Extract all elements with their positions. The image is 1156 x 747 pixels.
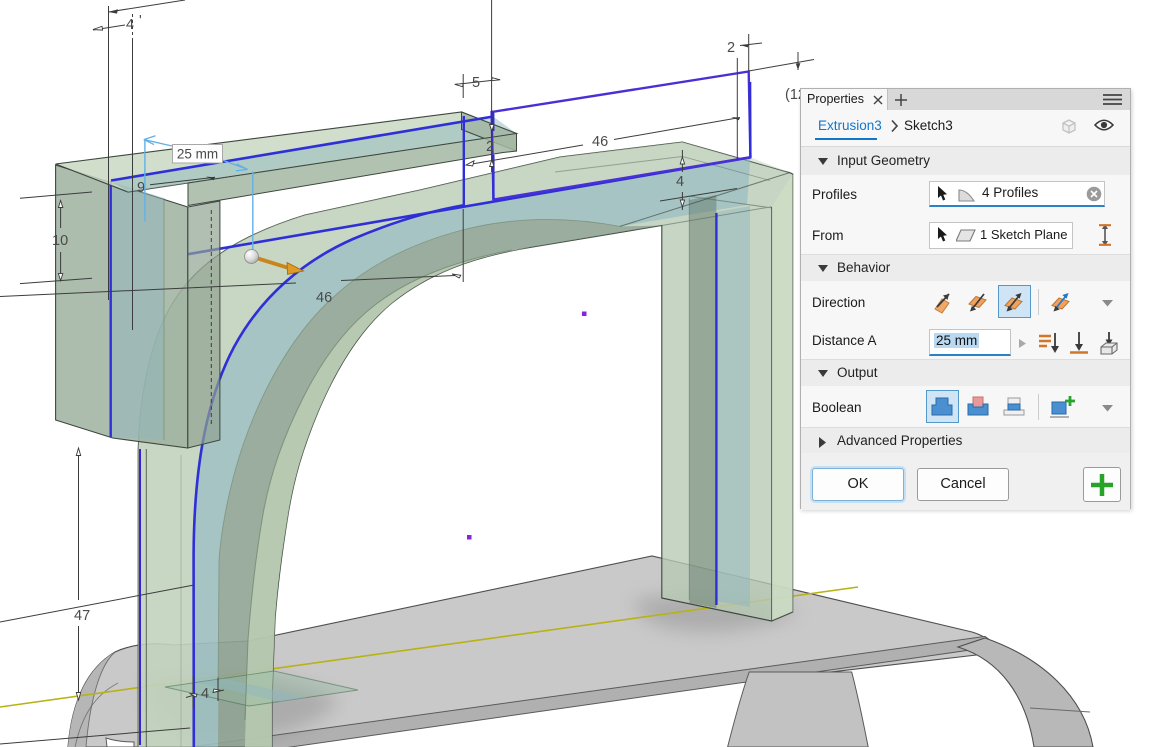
svg-text:4: 4	[201, 686, 209, 702]
svg-text:2: 2	[486, 139, 494, 155]
svg-text:25 mm: 25 mm	[177, 147, 218, 162]
svg-text:9: 9	[137, 180, 145, 196]
svg-text:4: 4	[126, 17, 134, 33]
svg-text:47: 47	[74, 608, 90, 624]
svg-text:5: 5	[472, 75, 480, 91]
svg-text:10: 10	[52, 233, 68, 249]
svg-text:': '	[139, 13, 142, 29]
svg-text:2: 2	[727, 40, 735, 56]
svg-text:46: 46	[592, 134, 608, 150]
svg-text:46: 46	[316, 290, 332, 306]
svg-text:4: 4	[676, 174, 684, 190]
